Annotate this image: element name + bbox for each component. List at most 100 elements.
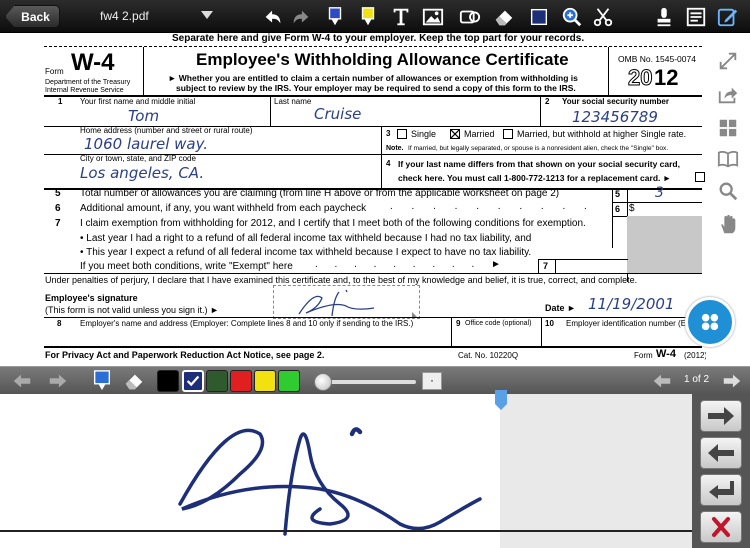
back-button[interactable]: Back	[5, 5, 60, 28]
date-field[interactable]: 11/19/2001	[588, 295, 674, 313]
next-page-icon[interactable]	[720, 369, 744, 393]
stamp-icon[interactable]	[652, 5, 676, 29]
signature-sublabel: (This form is not valid unless you sign …	[45, 305, 219, 315]
eraser-icon[interactable]	[122, 369, 146, 393]
delete-button[interactable]	[700, 511, 742, 543]
document-title[interactable]: fw4 2.pdf	[100, 9, 149, 23]
pen-icon[interactable]	[90, 369, 114, 393]
footer-notice: For Privacy Act and Paperwork Reduction …	[45, 350, 325, 360]
color-red-swatch[interactable]	[230, 370, 252, 392]
image-icon[interactable]	[421, 5, 445, 29]
color-green-swatch[interactable]	[278, 370, 300, 392]
line-6-number: 6	[55, 203, 61, 214]
dept-treasury: Department of the Treasury	[45, 79, 131, 86]
note-text: If married, but legally separated, or sp…	[408, 145, 669, 152]
previous-page-icon[interactable]	[650, 369, 674, 393]
signature-pad[interactable]	[0, 394, 500, 548]
signature-label: Employee's signature	[45, 293, 138, 303]
single-checkbox[interactable]	[397, 129, 407, 139]
grid-icon	[701, 313, 719, 331]
line-4-text-1: If your last name differs from that show…	[398, 159, 680, 169]
hand-icon[interactable]	[716, 213, 740, 237]
signature-toolbar: · 1 of 2	[0, 366, 750, 394]
color-yellow-swatch[interactable]	[254, 370, 276, 392]
zoom-icon[interactable]	[560, 5, 584, 29]
color-black-swatch[interactable]	[157, 370, 179, 392]
edit-icon[interactable]	[716, 5, 740, 29]
bullet-1: • Last year I had a right to a refund of…	[80, 233, 532, 244]
form-label: Form	[45, 67, 64, 76]
notes-icon[interactable]	[684, 5, 708, 29]
separate-note: Separate here and give Form W-4 to your …	[172, 33, 585, 44]
undo-icon[interactable]	[10, 369, 34, 393]
line-6-text: Additional amount, if any, you want with…	[80, 203, 367, 214]
return-button[interactable]	[700, 474, 742, 506]
next-arrow-button[interactable]	[700, 400, 742, 432]
previous-arrow-icon	[708, 444, 734, 462]
book-icon[interactable]	[716, 147, 740, 171]
line-6-box-number: 6	[615, 204, 621, 214]
color-green-dark-swatch[interactable]	[206, 370, 228, 392]
single-label: Single	[411, 129, 437, 139]
last-name-field[interactable]: Cruise	[314, 105, 361, 123]
year-prefix: 20	[627, 65, 653, 91]
undo-icon[interactable]	[261, 5, 285, 29]
chevron-down-icon[interactable]	[201, 11, 213, 19]
married-higher-label: Married, but withhold at higher Single r…	[517, 129, 687, 139]
irs-label: Internal Revenue Service	[45, 87, 124, 94]
highlighter-icon[interactable]	[356, 5, 380, 29]
slider-knob[interactable]	[314, 373, 332, 391]
line-9-text: Office code (optional)	[465, 320, 532, 327]
check-icon	[186, 375, 200, 387]
line-10-number: 10	[545, 319, 554, 328]
name-differs-checkbox[interactable]	[695, 172, 705, 182]
previous-arrow-button[interactable]	[700, 437, 742, 469]
line-8-number: 8	[57, 319, 62, 328]
eraser-icon[interactable]	[492, 5, 516, 29]
line-2-number: 2	[545, 97, 550, 106]
redo-icon[interactable]	[289, 5, 313, 29]
color-blue-swatch[interactable]	[182, 370, 204, 392]
first-name-field[interactable]: Tom	[128, 107, 159, 125]
ssn-field[interactable]: 123456789	[572, 108, 658, 126]
footer-year: (2012)	[684, 351, 708, 360]
form-subtitle-1: ► Whether you are entitled to claim a ce…	[168, 73, 578, 83]
share-icon[interactable]	[716, 83, 740, 107]
address-label: Home address (number and street or rural…	[80, 126, 253, 135]
line-4-number: 4	[386, 159, 391, 168]
line-8-text: Employer's name and address (Employer: C…	[80, 319, 414, 328]
scissors-icon[interactable]	[591, 5, 615, 29]
signature-pad-margin	[500, 394, 692, 548]
shapes-icon[interactable]	[458, 5, 482, 29]
city-field[interactable]: Los angeles, CA.	[80, 164, 204, 182]
page-indicator: 1 of 2	[684, 374, 710, 385]
allowances-field[interactable]: 3	[655, 185, 664, 201]
next-arrow-icon	[708, 407, 734, 425]
form-title: Employee's Withholding Allowance Certifi…	[196, 50, 569, 69]
line-10-text: Employer identification number (EIN)	[566, 319, 697, 328]
search-icon[interactable]	[716, 179, 740, 203]
married-higher-checkbox[interactable]	[503, 129, 513, 139]
line-7-number: 7	[55, 218, 61, 229]
perjury-statement: Under penalties of perjury, I declare th…	[45, 275, 638, 285]
bullet-2: • This year I expect a refund of all fed…	[80, 247, 532, 258]
omb-number: OMB No. 1545-0074	[618, 54, 696, 64]
signature-baseline	[0, 530, 692, 532]
chat-bubble-button[interactable]	[685, 297, 735, 347]
line-5-text: Total number of allowances you are claim…	[80, 188, 560, 199]
stroke-preview[interactable]: ·	[422, 372, 442, 390]
form-subtitle-2: subject to review by the IRS. Your emplo…	[176, 83, 576, 93]
line-9-number: 9	[456, 319, 461, 328]
signature-field[interactable]	[273, 285, 420, 319]
redo-icon[interactable]	[46, 369, 70, 393]
married-checkbox[interactable]	[450, 129, 460, 139]
text-icon[interactable]	[389, 5, 413, 29]
pen-icon[interactable]	[323, 5, 347, 29]
grid-icon[interactable]	[716, 116, 740, 140]
married-label: Married	[464, 129, 495, 139]
resize-icon[interactable]	[716, 49, 740, 73]
address-field[interactable]: 1060 laurel way.	[84, 135, 208, 153]
delete-icon	[712, 517, 730, 537]
square-icon[interactable]	[527, 5, 551, 29]
dollar-sign: $	[629, 203, 635, 214]
